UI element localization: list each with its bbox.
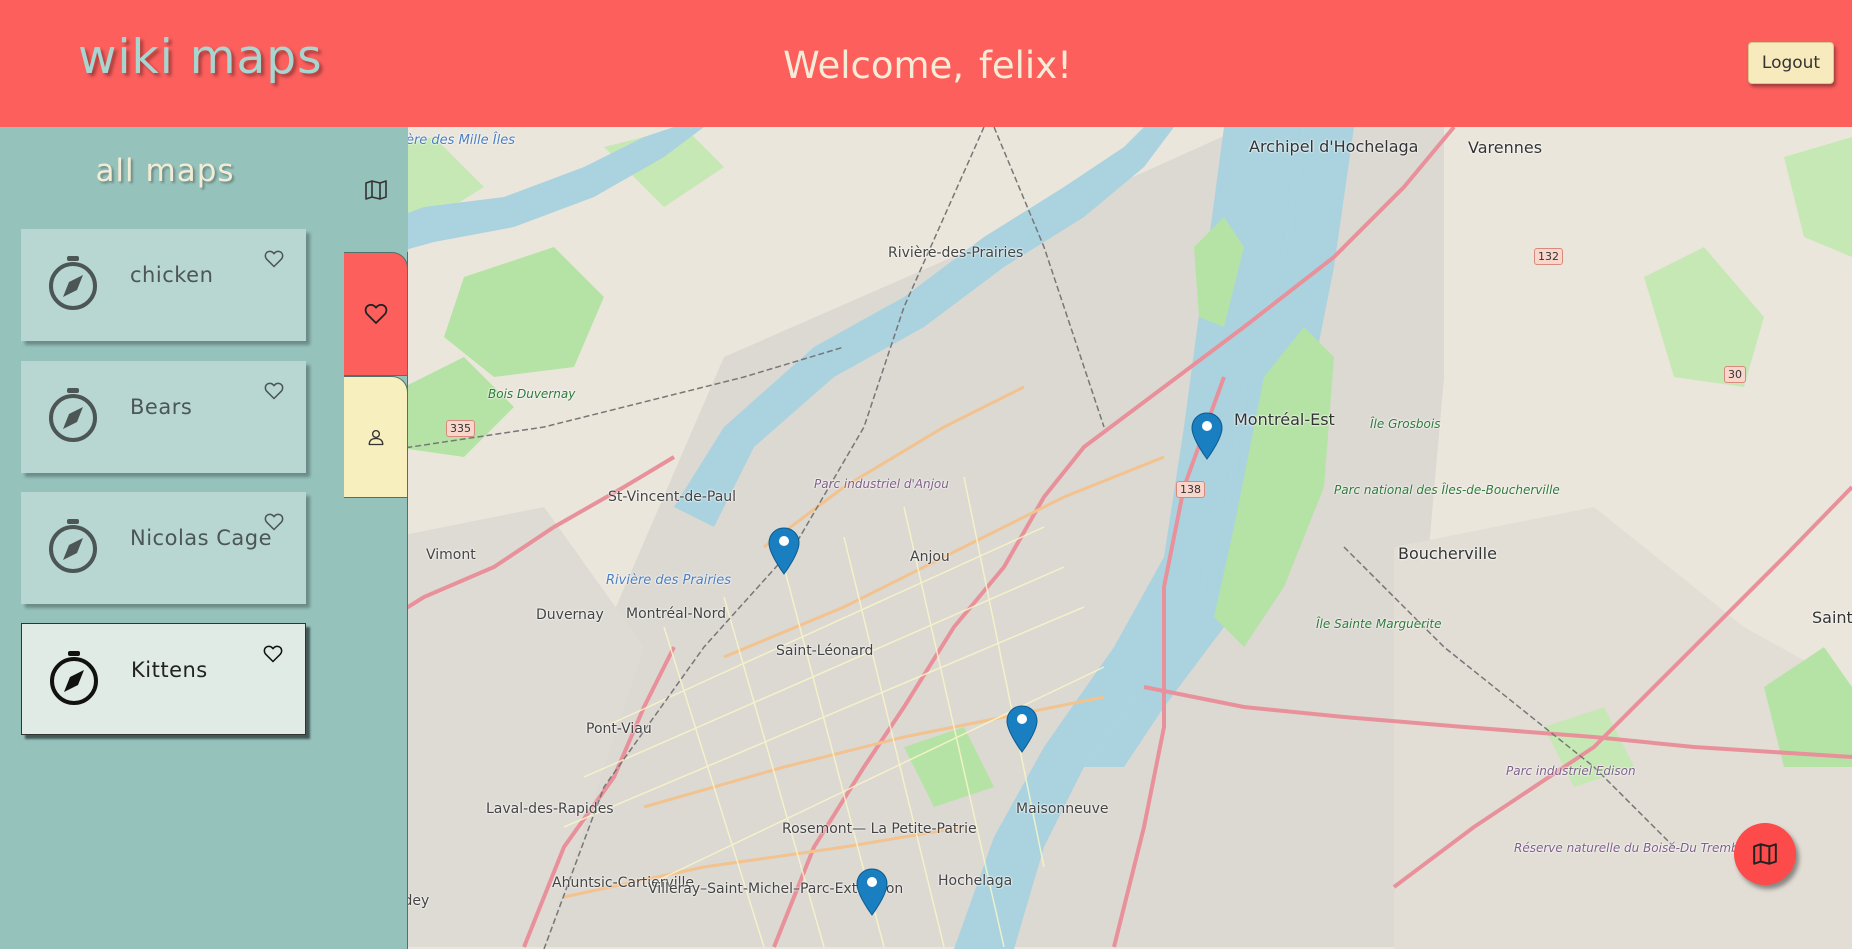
route-shield-132: 132	[1534, 248, 1563, 265]
map-marker-pin[interactable]	[1191, 412, 1223, 460]
heart-icon[interactable]	[264, 512, 284, 532]
map-label-duvernay: Duvernay	[536, 607, 604, 623]
map-card-name: Nicolas Cage	[130, 526, 273, 550]
map-label-maisonneuve: Maisonneuve	[1016, 801, 1109, 817]
map-label-montreal-est: Montréal-Est	[1234, 410, 1335, 429]
map-card-bears[interactable]: Bears	[21, 361, 306, 473]
compass-icon	[49, 256, 97, 310]
header: wiki maps Welcome, felix! Logout	[0, 0, 1852, 127]
map-label-pont-viau: Pont-Viau	[586, 721, 652, 737]
map-marker-pin[interactable]	[856, 868, 888, 916]
map-card-kittens[interactable]: Kittens	[21, 623, 306, 735]
map-label-anjou: Anjou	[910, 549, 950, 565]
map-card-name: chicken	[130, 263, 214, 287]
heart-icon[interactable]	[264, 249, 284, 269]
map-label-parc-anjou: Parc industriel d'Anjou	[814, 477, 949, 491]
route-shield-335: 335	[446, 420, 475, 437]
map-icon	[365, 179, 387, 200]
map-label-saint: Saint	[1812, 608, 1852, 627]
new-map-button[interactable]	[1734, 823, 1796, 885]
compass-icon	[50, 651, 98, 705]
map-marker-pin[interactable]	[768, 527, 800, 575]
tab-all-maps[interactable]	[344, 127, 408, 252]
welcome-prefix: Welcome,	[783, 44, 965, 87]
user-icon	[368, 429, 383, 446]
map-label-ile-grosbois: Île Grosbois	[1370, 417, 1441, 431]
map-label-riviere-prairies: Rivière des Prairies	[606, 573, 732, 588]
heart-icon[interactable]	[263, 644, 283, 664]
map-card-nicolas-cage[interactable]: Nicolas Cage	[21, 492, 306, 604]
map-marker-pin[interactable]	[1006, 705, 1038, 753]
map-card-name: Bears	[130, 395, 193, 419]
tab-profile[interactable]	[344, 376, 408, 498]
map-label-ile-sainte-marguerite: Île Sainte Marguerite	[1316, 617, 1442, 631]
map-label-riviere-des-prairies: Rivière-des-Prairies	[888, 245, 1024, 261]
route-shield-138: 138	[1176, 481, 1205, 498]
map-label-parc-edison: Parc industriel Edison	[1506, 764, 1636, 778]
map-label-reserve: Réserve naturelle du Boisé-Du Tremblay	[1514, 841, 1757, 855]
compass-icon	[49, 388, 97, 442]
map-label-saint-leonard: Saint-Léonard	[776, 643, 874, 659]
map-icon	[1753, 843, 1777, 865]
map-tiles[interactable]	[344, 127, 1852, 949]
map-label-archipel: Archipel d'Hochelaga	[1249, 137, 1419, 156]
compass-icon	[49, 519, 97, 573]
map-label-bois-duvernay: Bois Duvernay	[488, 387, 576, 401]
map-card-chicken[interactable]: chicken	[21, 229, 306, 341]
map-view[interactable]: Archipel d'Hochelaga Varennes Rivière de…	[344, 127, 1852, 949]
map-label-vimont: Vimont	[426, 547, 476, 563]
map-label-st-vincent: St-Vincent-de-Paul	[608, 489, 737, 505]
map-label-hochelaga: Hochelaga	[938, 873, 1013, 889]
welcome-message: Welcome, felix!	[0, 44, 1852, 87]
map-label-laval-des-rapides: Laval-des-Rapides	[486, 801, 614, 817]
tab-favorites[interactable]	[344, 252, 408, 376]
sidebar-title: all maps	[95, 153, 235, 189]
heart-icon	[364, 303, 387, 325]
welcome-username: felix!	[978, 44, 1072, 87]
map-label-boucherville: Boucherville	[1398, 544, 1497, 563]
map-label-parc-national: Parc national des Îles-de-Boucherville	[1334, 483, 1560, 497]
map-label-rosemont: Rosemont— La Petite-Patrie	[782, 821, 977, 837]
map-label-montreal-nord: Montréal-Nord	[626, 606, 727, 622]
heart-icon[interactable]	[264, 381, 284, 401]
logout-button[interactable]: Logout	[1748, 42, 1834, 84]
map-label-varennes: Varennes	[1468, 138, 1543, 157]
route-shield-30: 30	[1724, 366, 1746, 383]
map-card-name: Kittens	[131, 658, 208, 682]
